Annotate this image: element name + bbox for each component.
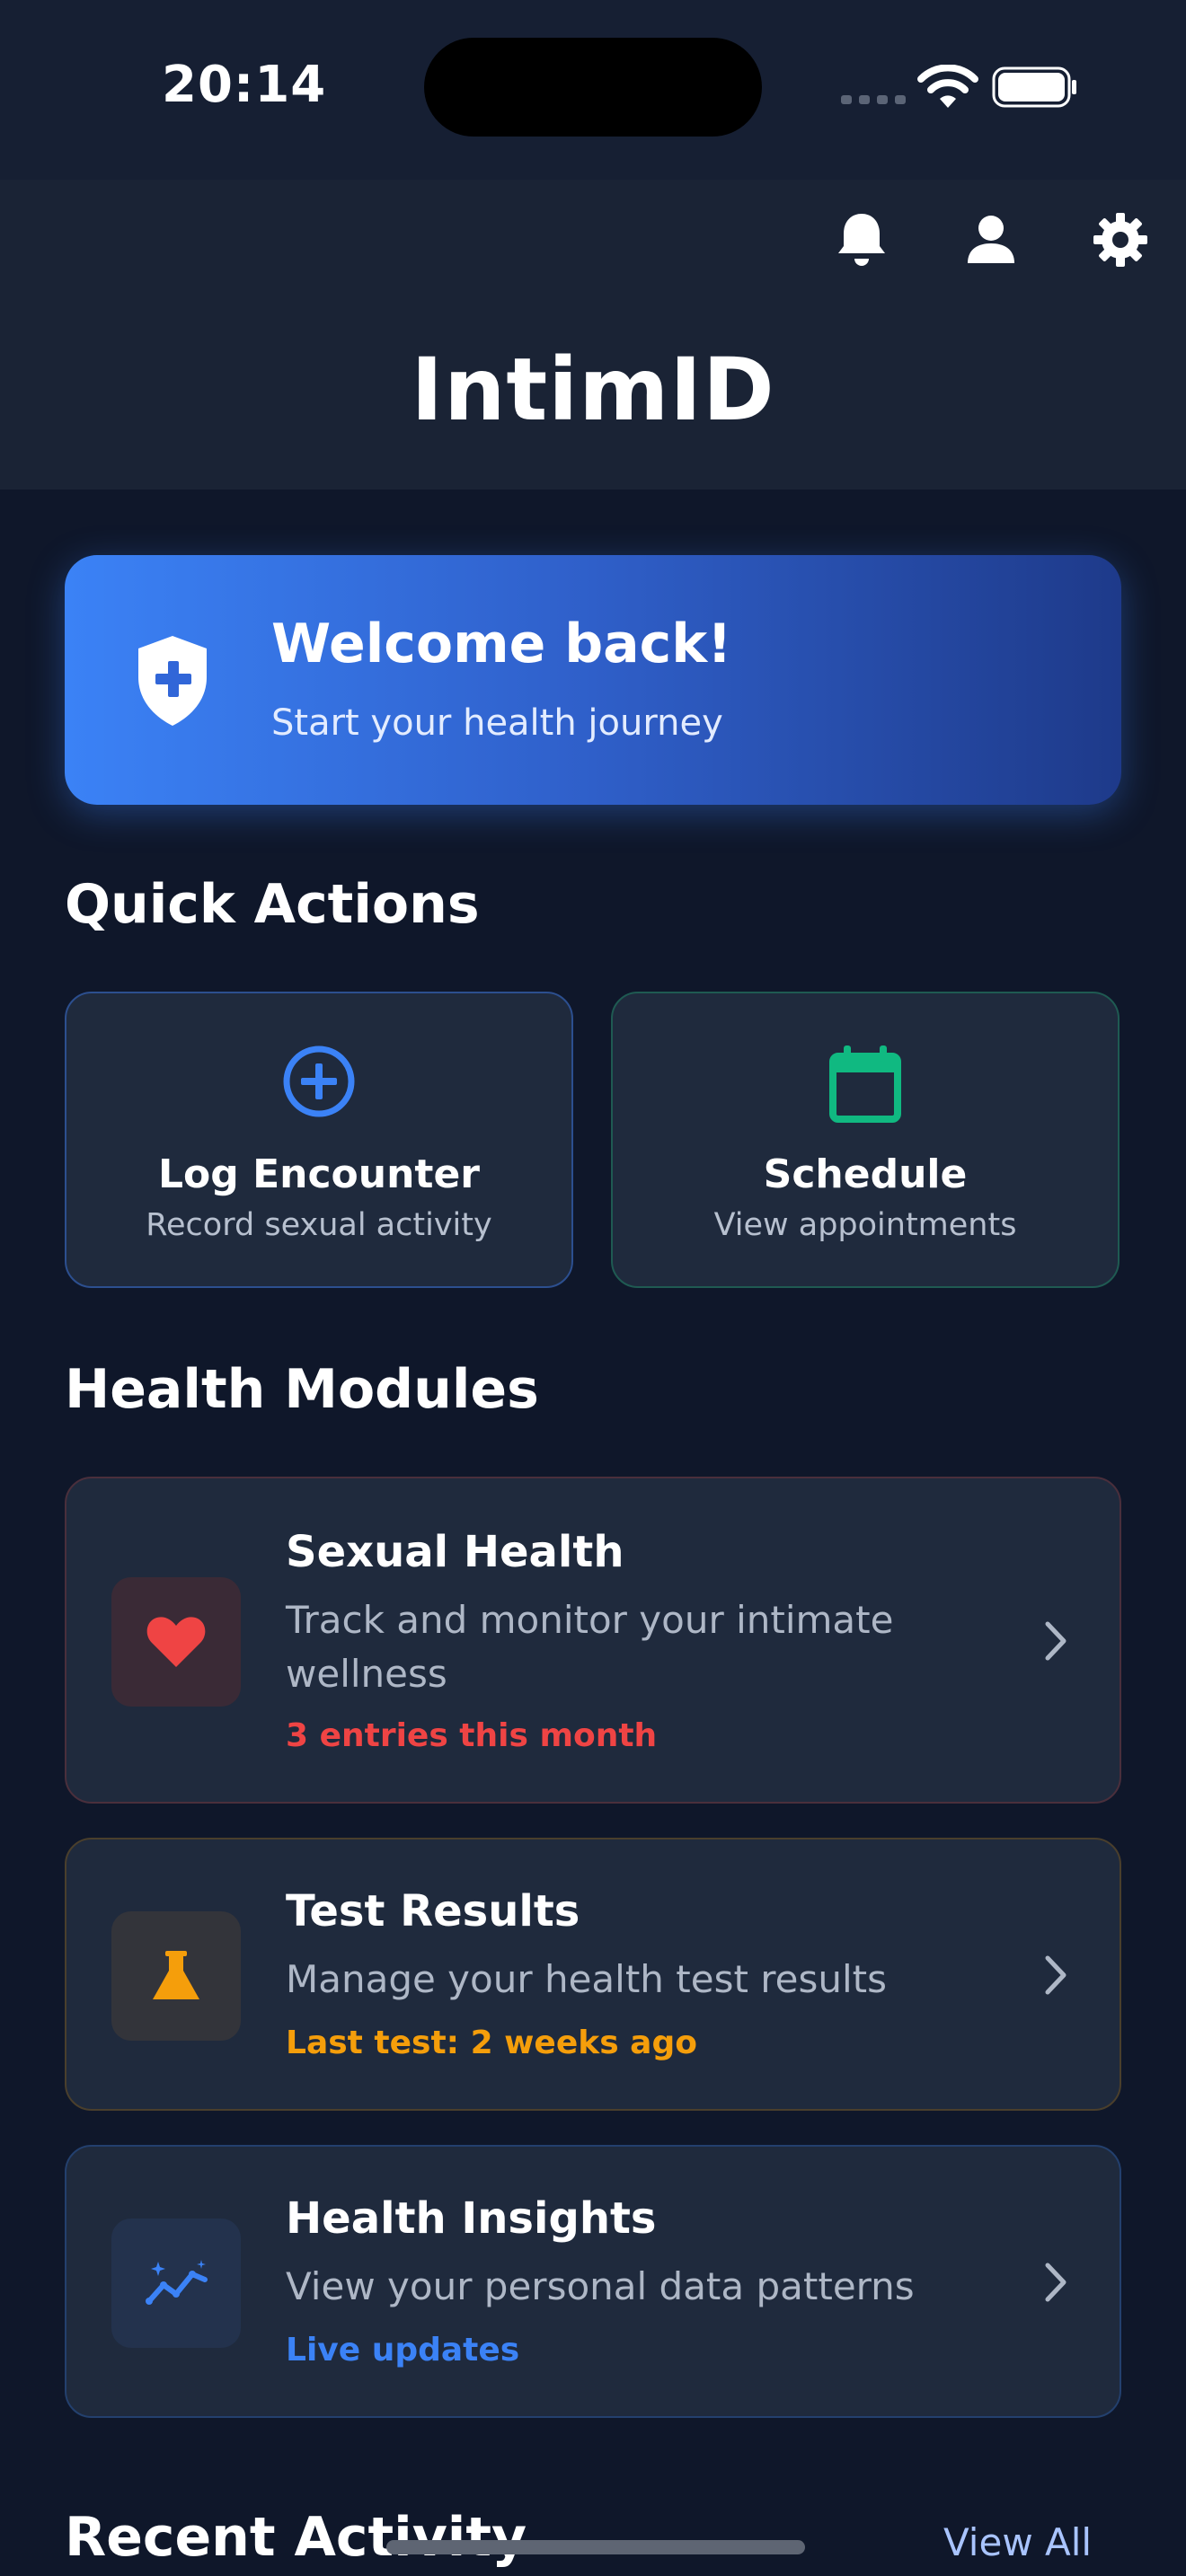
log-encounter-button[interactable]: Log Encounter Record sexual activity — [65, 992, 573, 1288]
module-description: Track and monitor your intimate wellness — [286, 1598, 894, 1696]
health-modules-title: Health Modules — [65, 1358, 539, 1421]
app-screen: 20:14 IntimID Welcome back! Start your h… — [0, 0, 1186, 2576]
cellular-signal-icon — [841, 95, 906, 104]
calendar-icon — [829, 1045, 901, 1123]
status-time: 20:14 — [162, 56, 327, 114]
welcome-title: Welcome back! — [271, 613, 732, 675]
quick-actions-title: Quick Actions — [65, 873, 480, 936]
flask-icon — [153, 1951, 199, 1999]
module-meta: 3 entries this month — [286, 1717, 658, 1754]
wifi-icon — [917, 65, 978, 108]
module-meta: Last test: 2 weeks ago — [286, 2025, 697, 2061]
module-title: Health Insights — [286, 2193, 657, 2244]
module-title: Test Results — [286, 1886, 580, 1936]
welcome-subtitle: Start your health journey — [271, 702, 723, 744]
schedule-subtitle: View appointments — [713, 1207, 1017, 1243]
module-icon-box — [111, 1911, 241, 2041]
module-title: Sexual Health — [286, 1527, 624, 1577]
heart-icon — [146, 1617, 206, 1667]
module-test-results[interactable]: Test Results Manage your health test res… — [65, 1838, 1121, 2111]
bell-icon[interactable] — [830, 208, 893, 271]
module-sexual-health[interactable]: Sexual Health Track and monitor your int… — [65, 1477, 1121, 1804]
chevron-right-icon — [1045, 2263, 1067, 2302]
schedule-label: Schedule — [763, 1151, 968, 1197]
module-icon-box — [111, 1577, 241, 1707]
chevron-right-icon — [1045, 1955, 1067, 1995]
module-description: Manage your health test results — [286, 1957, 887, 2001]
view-all-link[interactable]: View All — [943, 2520, 1092, 2564]
module-icon-box — [111, 2219, 241, 2348]
gear-icon[interactable] — [1089, 208, 1152, 271]
user-icon[interactable] — [960, 208, 1022, 271]
battery-icon — [992, 66, 1076, 108]
chevron-right-icon — [1045, 1621, 1067, 1661]
home-indicator[interactable] — [386, 2540, 805, 2554]
welcome-card[interactable] — [65, 555, 1121, 805]
shield-plus-icon — [138, 636, 207, 726]
recent-activity-title: Recent Activity — [65, 2506, 527, 2569]
module-description: View your personal data patterns — [286, 2264, 915, 2308]
plus-circle-icon — [283, 1045, 355, 1117]
log-encounter-label: Log Encounter — [158, 1151, 480, 1197]
dynamic-island — [424, 38, 762, 137]
trend-icon — [146, 2260, 208, 2305]
schedule-button[interactable]: Schedule View appointments — [611, 992, 1120, 1288]
log-encounter-subtitle: Record sexual activity — [146, 1207, 492, 1243]
module-meta: Live updates — [286, 2332, 520, 2369]
module-health-insights[interactable]: Health Insights View your personal data … — [65, 2145, 1121, 2418]
app-title: IntimID — [411, 340, 775, 440]
